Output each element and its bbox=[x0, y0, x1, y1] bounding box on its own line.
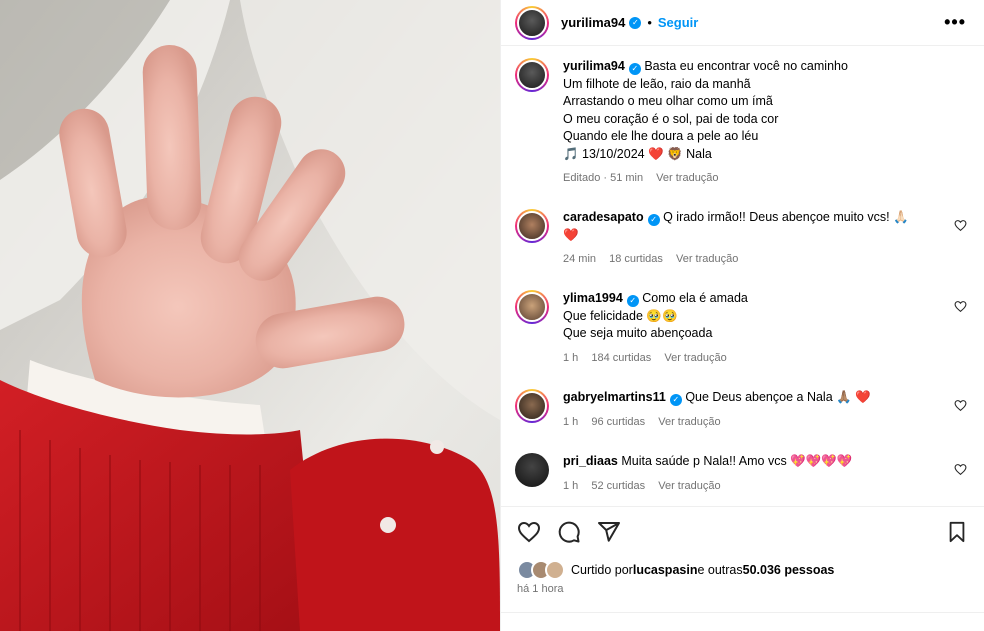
comment-time: 1 h bbox=[563, 351, 579, 364]
comment-translate-link[interactable]: Ver tradução bbox=[658, 480, 720, 492]
commenter-avatar[interactable] bbox=[515, 209, 549, 243]
more-options-icon[interactable]: ••• bbox=[944, 12, 966, 33]
post-viewer: yurilima94 ✓ • Seguir ••• yurilima94 ✓ Ba… bbox=[0, 0, 984, 631]
comment-item: pri_diaas Muita saúde p Nala!! Amo vcs 💖… bbox=[515, 453, 975, 495]
caption-translate-link[interactable]: Ver tradução bbox=[656, 172, 718, 184]
verified-badge-icon: ✓ bbox=[629, 16, 642, 29]
baby-hand-image bbox=[0, 0, 500, 631]
post-photo[interactable] bbox=[0, 0, 500, 631]
author-username[interactable]: yurilima94 bbox=[561, 15, 625, 30]
caption-username[interactable]: yurilima94 bbox=[563, 59, 625, 73]
comment-likes[interactable]: 18 curtidas bbox=[609, 253, 663, 265]
comment-translate-link[interactable]: Ver tradução bbox=[658, 416, 720, 428]
post-timestamp: há 1 hora bbox=[517, 583, 564, 595]
divider bbox=[501, 612, 984, 613]
divider bbox=[501, 506, 984, 507]
comment-translate-link[interactable]: Ver tradução bbox=[664, 352, 726, 364]
liked-count[interactable]: 50.036 pessoas bbox=[743, 563, 835, 577]
comment-likes[interactable]: 184 curtidas bbox=[591, 352, 651, 364]
verified-badge-icon: ✓ bbox=[669, 394, 682, 406]
post-details-panel: yurilima94 ✓ • Seguir ••• yurilima94 ✓ Ba… bbox=[500, 0, 984, 631]
likers-avatar-stack[interactable] bbox=[517, 560, 565, 580]
comment-time: 1 h bbox=[563, 479, 579, 492]
commenter-avatar[interactable] bbox=[515, 290, 549, 324]
caption-line: Um filhote de leão, raio da manhã bbox=[563, 76, 751, 91]
comment-text: ❤️ bbox=[563, 227, 579, 242]
heart-icon[interactable] bbox=[517, 520, 541, 544]
comment-time: 1 h bbox=[563, 415, 579, 428]
liked-by-prefix: Curtido por bbox=[571, 563, 633, 577]
commenter-username[interactable]: gabryelmartins11 bbox=[563, 390, 666, 404]
comment-text: Q irado irmão!! Deus abençoe muito vcs! … bbox=[663, 210, 909, 224]
caption-line: Quando ele lhe doura a pele ao léu bbox=[563, 129, 759, 143]
comment-likes[interactable]: 96 curtidas bbox=[591, 416, 645, 428]
comment-item: ylima1994 ✓ Como ela é amada Que felicida… bbox=[515, 290, 975, 367]
caption-line: Arrastando o meu olhar como um ímã bbox=[563, 94, 773, 108]
comment-text: Que Deus abençoe a Nala 🙏🏽 ❤️ bbox=[685, 390, 871, 404]
commenter-username[interactable]: caradesapato bbox=[563, 210, 644, 224]
comment-likes[interactable]: 52 curtidas bbox=[591, 480, 645, 492]
comment-item: caradesapato ✓ Q irado irmão!! Deus abenç… bbox=[515, 209, 975, 269]
heart-icon[interactable] bbox=[954, 219, 967, 232]
separator-dot: • bbox=[647, 15, 652, 30]
caption-line: Basta eu encontrar você no caminho bbox=[644, 59, 848, 73]
likes-summary: Curtido por lucaspasin e outras 50.036 p… bbox=[517, 560, 834, 580]
commenter-avatar[interactable] bbox=[515, 453, 549, 487]
comment-item: gabryelmartins11 ✓ Que Deus abençoe a Nal… bbox=[515, 389, 975, 431]
comment-text: Muita saúde p Nala!! Amo vcs 💖💖💖💖 bbox=[621, 454, 853, 468]
comment-translate-link[interactable]: Ver tradução bbox=[676, 253, 738, 265]
share-icon[interactable] bbox=[597, 520, 621, 544]
comment-text: Que felicidade 🥹🥹 bbox=[563, 308, 678, 323]
comment-text: Como ela é amada bbox=[642, 291, 748, 305]
comment-text: Que seja muito abençoada bbox=[563, 326, 713, 340]
post-header: yurilima94 ✓ • Seguir ••• bbox=[501, 0, 984, 46]
heart-icon[interactable] bbox=[954, 463, 967, 476]
post-actions bbox=[517, 520, 621, 544]
commenter-username[interactable]: pri_diaas bbox=[563, 454, 618, 468]
comment-icon[interactable] bbox=[557, 520, 581, 544]
caption-author-avatar[interactable] bbox=[515, 58, 549, 92]
verified-badge-icon: ✓ bbox=[628, 63, 641, 75]
follow-button[interactable]: Seguir bbox=[658, 15, 698, 30]
caption-line: 🎵 13/10/2024 ❤️ 🦁 Nala bbox=[563, 146, 712, 161]
liked-by-suffix: e outras bbox=[697, 563, 743, 577]
liked-by-user[interactable]: lucaspasin bbox=[633, 563, 698, 577]
bookmark-icon[interactable] bbox=[946, 520, 968, 544]
caption-edited-time: Editado · 51 min bbox=[563, 172, 644, 184]
commenter-username[interactable]: ylima1994 bbox=[563, 291, 623, 305]
liker-avatar bbox=[545, 560, 565, 580]
caption-line: O meu coração é o sol, pai de toda cor bbox=[563, 111, 779, 126]
verified-badge-icon: ✓ bbox=[647, 214, 660, 226]
heart-icon[interactable] bbox=[954, 399, 967, 412]
author-avatar[interactable] bbox=[515, 5, 549, 40]
verified-badge-icon: ✓ bbox=[626, 295, 639, 307]
commenter-avatar[interactable] bbox=[515, 389, 549, 423]
comment-time: 24 min bbox=[563, 253, 597, 265]
post-caption: yurilima94 ✓ Basta eu encontrar você no c… bbox=[515, 58, 848, 188]
heart-icon[interactable] bbox=[954, 300, 967, 313]
